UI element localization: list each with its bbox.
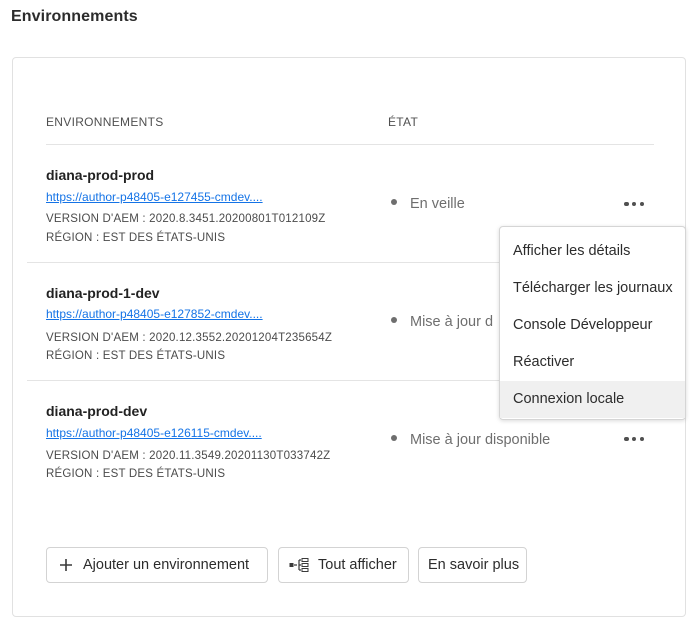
- more-dot: [631, 201, 637, 207]
- env-status-text-3: Mise à jour disponible: [410, 432, 551, 448]
- env-link-2[interactable]: https://author-p48405-e127852-cmdev....: [46, 307, 263, 321]
- status-dot: [391, 435, 397, 442]
- actions-menu: Afficher les détails Télécharger les jou…: [499, 226, 686, 420]
- column-header-status: ÉTAT: [388, 115, 419, 129]
- status-dot: [391, 317, 397, 324]
- tree-view-icon: [289, 558, 309, 572]
- menu-item-view-details[interactable]: Afficher les détails: [500, 233, 685, 270]
- show-all-label: Tout afficher: [318, 557, 397, 573]
- menu-item-reactivate[interactable]: Réactiver: [500, 344, 685, 381]
- env-status-3: Mise à jour disponible: [391, 432, 550, 448]
- more-horizontal-icon: [624, 436, 629, 442]
- add-environment-label: Ajouter un environnement: [83, 557, 250, 573]
- env-status-1: En veille: [391, 196, 465, 212]
- more-dot: [631, 436, 637, 442]
- page-title: Environnements: [11, 8, 138, 25]
- more-horizontal-icon: [624, 201, 629, 207]
- env-name-1: diana-prod-prod: [46, 167, 155, 183]
- header-divider: [46, 144, 654, 145]
- env-region-1: RÉGION : EST DES ÉTATS-UNIS: [46, 232, 226, 244]
- more-actions-button-3[interactable]: [620, 431, 648, 447]
- env-version-2: VERSION D'AEM : 2020.12.3552.20201204T23…: [46, 332, 333, 344]
- env-version-3: VERSION D'AEM : 2020.11.3549.20201130T03…: [46, 450, 331, 462]
- learn-more-label: En savoir plus: [428, 557, 520, 573]
- env-region-2: RÉGION : EST DES ÉTATS-UNIS: [46, 350, 226, 362]
- env-region-3: RÉGION : EST DES ÉTATS-UNIS: [46, 468, 226, 480]
- env-link-3[interactable]: https://author-p48405-e126115-cmdev....: [46, 426, 262, 440]
- more-dot: [639, 436, 644, 442]
- more-dot: [639, 201, 644, 207]
- env-name-2: diana-prod-1-dev: [46, 285, 160, 301]
- env-status-2: Mise à jour d: [391, 314, 493, 330]
- menu-item-developer-console[interactable]: Console Développeur: [500, 307, 685, 344]
- env-status-text-1: En veille: [410, 196, 465, 212]
- add-environment-button[interactable]: Ajouter un environnement: [46, 547, 268, 583]
- status-dot: [391, 199, 397, 206]
- menu-item-download-logs[interactable]: Télécharger les journaux: [500, 270, 685, 307]
- plus-icon: [60, 559, 72, 571]
- learn-more-button[interactable]: En savoir plus: [418, 547, 527, 583]
- env-status-text-2: Mise à jour d: [410, 314, 494, 330]
- show-all-button[interactable]: Tout afficher: [278, 547, 409, 583]
- env-version-1: VERSION D'AEM : 2020.8.3451.20200801T012…: [46, 213, 326, 225]
- env-name-3: diana-prod-dev: [46, 403, 148, 419]
- env-link-1[interactable]: https://author-p48405-e127455-cmdev....: [46, 190, 263, 204]
- menu-item-local-login[interactable]: Connexion locale: [500, 381, 685, 418]
- column-header-environments: ENVIRONNEMENTS: [46, 115, 164, 129]
- more-actions-button-1[interactable]: [620, 196, 648, 212]
